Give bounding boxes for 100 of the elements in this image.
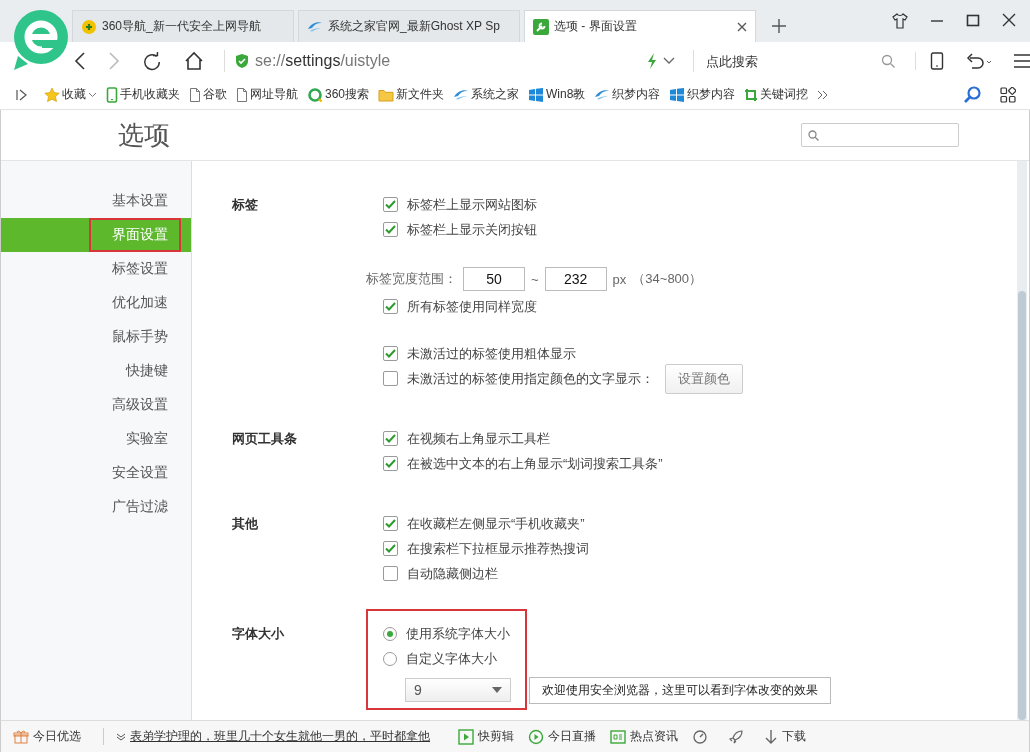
browser-tab[interactable]: 选项 - 界面设置	[524, 10, 756, 42]
radio-label: 自定义字体大小	[406, 649, 497, 668]
section-heading: 标签	[232, 196, 259, 214]
sidebar-item[interactable]: 安全设置	[1, 456, 191, 490]
status-item[interactable]: 热点资讯	[610, 728, 678, 745]
search-field[interactable]: 点此搜索	[704, 52, 881, 70]
bookmark[interactable]: 织梦内容	[594, 86, 661, 103]
max-width-field[interactable]: 232	[544, 267, 607, 291]
collapse-icon[interactable]	[16, 88, 28, 101]
bookmark[interactable]: 360搜索	[307, 86, 370, 103]
bookmark[interactable]: 谷歌	[189, 86, 227, 103]
reload-icon[interactable]	[142, 51, 162, 71]
play-box-icon	[458, 728, 474, 745]
menu-icon[interactable]	[1014, 54, 1030, 68]
site-icon	[453, 87, 470, 102]
radio-button[interactable]	[383, 626, 397, 641]
section-heading: 其他	[232, 515, 259, 533]
sidebar-item[interactable]: 鼠标手势	[1, 320, 191, 354]
page-title: 选项	[118, 118, 170, 152]
bookmark[interactable]: 收藏	[44, 86, 97, 103]
news-link[interactable]: 表弟学护理的，班里几十个女生就他一男的，平时都拿他	[103, 728, 444, 745]
font-size-dropdown[interactable]: 9	[405, 678, 511, 702]
checkbox[interactable]	[383, 566, 398, 581]
checkbox[interactable]	[383, 431, 398, 446]
checkbox[interactable]	[383, 197, 398, 212]
check-icon	[385, 302, 396, 311]
address-field[interactable]: se://settings/uistyle	[255, 52, 641, 70]
check-icon	[385, 544, 396, 553]
close-icon[interactable]	[737, 21, 747, 32]
sidebar-item[interactable]: 标签设置	[1, 252, 191, 286]
checkbox[interactable]	[383, 456, 398, 471]
search-icon[interactable]	[881, 54, 895, 68]
bookmark[interactable]: 新文件夹	[378, 86, 445, 103]
section-heading: 字体大小	[232, 625, 285, 643]
browser-tab[interactable]: 360导航_新一代安全上网导航	[72, 10, 294, 42]
more-icon[interactable]	[817, 89, 830, 100]
bookmark[interactable]: 系统之家	[453, 86, 520, 103]
forward-icon[interactable]	[108, 51, 120, 71]
bookmark[interactable]: 关键词挖	[744, 86, 809, 103]
checkbox-label: 自动隐藏侧边栏	[407, 564, 498, 583]
checkbox[interactable]	[383, 516, 398, 531]
unit-label: px	[612, 271, 627, 287]
checkbox-label: 所有标签使用同样宽度	[407, 297, 537, 316]
skin-icon[interactable]	[892, 13, 908, 29]
checkbox-label: 未激活过的标签使用指定颜色的文字显示：	[407, 369, 654, 388]
font-preview-button[interactable]: 欢迎使用安全浏览器，这里可以看到字体改变的效果	[529, 676, 831, 704]
scrollbar[interactable]	[1017, 161, 1027, 720]
sidebar-item[interactable]: 实验室	[1, 422, 191, 456]
chevron-down-icon[interactable]	[663, 57, 675, 65]
bookmark[interactable]: 手机收藏夹	[106, 86, 180, 103]
sidebar-item[interactable]: 高级设置	[1, 388, 191, 422]
dropdown-arrow-icon	[492, 687, 502, 693]
sidebar-item[interactable]: 广告过滤	[1, 490, 191, 524]
set-color-button[interactable]: 设置颜色	[665, 363, 743, 394]
scrollbar-thumb[interactable]	[1018, 291, 1026, 720]
search-icon	[808, 129, 819, 141]
search-icon[interactable]	[964, 85, 982, 104]
checkbox[interactable]	[383, 371, 398, 386]
sidebar-item[interactable]: 快捷键	[1, 354, 191, 388]
browser-tab[interactable]: 系统之家官网_最新Ghost XP Sp	[298, 10, 520, 42]
windows-icon	[528, 86, 545, 103]
site-icon	[594, 87, 611, 102]
maximize-icon[interactable]	[966, 13, 980, 27]
play-circle-icon	[528, 728, 544, 745]
range-separator: ~	[531, 271, 539, 287]
checkbox-label: 在搜索栏下拉框显示推荐热搜词	[407, 539, 589, 558]
bookmark[interactable]: 网址导航	[236, 86, 298, 103]
bookmark[interactable]: 织梦内容	[669, 86, 736, 103]
field-label: 标签宽度范围：	[366, 270, 457, 288]
lightning-icon[interactable]	[647, 53, 657, 69]
windows-icon	[669, 86, 686, 103]
min-width-field[interactable]: 50	[463, 267, 525, 291]
checkbox[interactable]	[383, 541, 398, 556]
checkbox[interactable]	[383, 299, 398, 314]
folder-icon	[378, 87, 395, 102]
checkbox-label: 标签栏上显示关闭按钮	[407, 220, 537, 239]
sidebar-item[interactable]: 基本设置	[1, 184, 191, 218]
undo-icon[interactable]	[966, 53, 992, 69]
checkbox[interactable]	[383, 222, 398, 237]
radio-button[interactable]	[383, 651, 397, 666]
home-icon[interactable]	[184, 51, 204, 71]
star-icon	[44, 86, 60, 103]
tablet-icon[interactable]	[930, 52, 944, 70]
rocket-icon[interactable]	[728, 728, 744, 745]
shield-icon	[235, 53, 249, 69]
status-item[interactable]: 下载	[764, 728, 806, 745]
back-icon[interactable]	[74, 51, 86, 71]
close-icon[interactable]	[1002, 13, 1016, 27]
sidebar-item[interactable]: 优化加速	[1, 286, 191, 320]
status-item[interactable]: 今日直播	[528, 728, 596, 745]
search-field[interactable]	[801, 123, 959, 147]
speedometer-icon[interactable]	[692, 728, 708, 745]
status-item[interactable]: 快剪辑	[458, 728, 514, 745]
new-tab-icon[interactable]	[772, 19, 786, 33]
checkbox[interactable]	[383, 346, 398, 361]
page-icon	[189, 86, 201, 103]
bookmark[interactable]: Win8教	[528, 86, 586, 103]
check-icon	[385, 434, 396, 443]
apps-icon[interactable]	[1000, 86, 1016, 103]
status-item[interactable]: 今日优选	[13, 728, 81, 745]
